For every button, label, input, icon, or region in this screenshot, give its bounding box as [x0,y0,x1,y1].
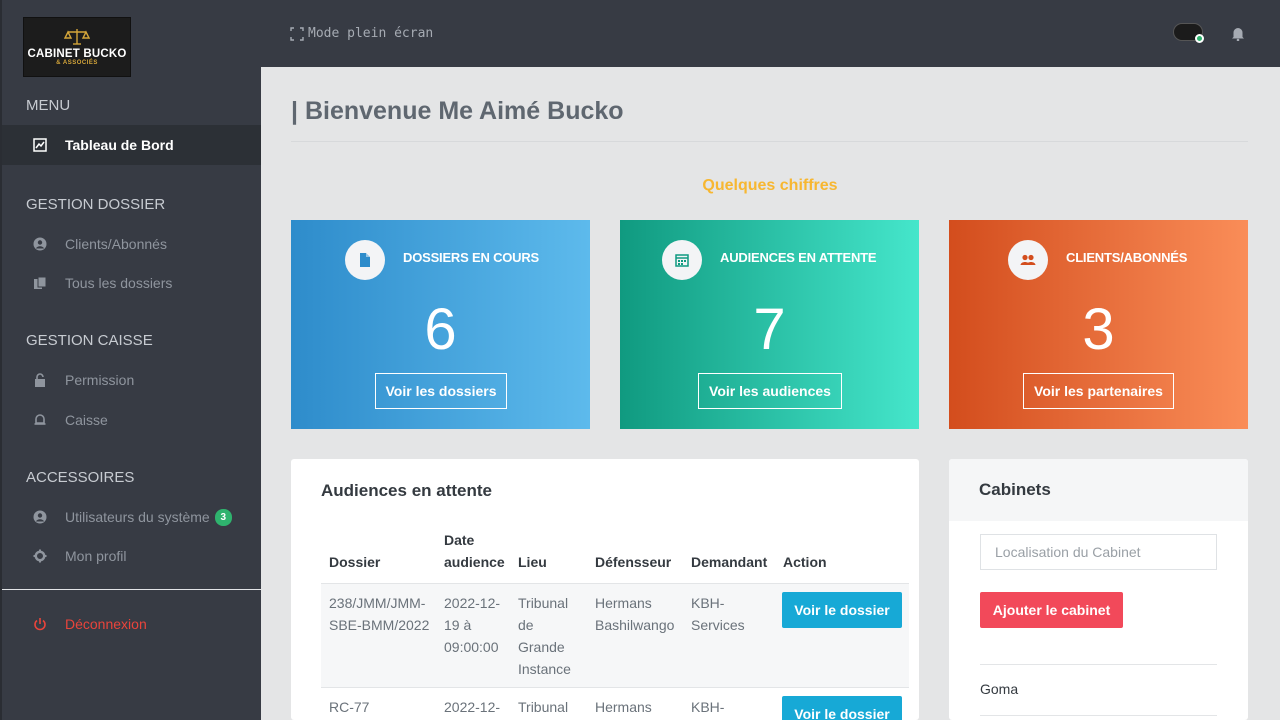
users-count-badge: 3 [214,508,232,526]
scales-icon [63,28,91,46]
stat-card-dossiers: DOSSIERS EN COURS 6 Voir les dossiers [291,220,590,429]
online-status-dot [1195,34,1204,43]
avatar[interactable] [1173,23,1204,43]
sidebar-item-label: Tous les dossiers [65,275,173,291]
view-dossiers-button[interactable]: Voir les dossiers [375,373,507,409]
sidebar-item-label: Déconnexion [65,616,147,632]
column-header: Action [783,554,827,570]
sidebar-divider [2,589,261,590]
fullscreen-toggle[interactable]: Mode plein écran [290,26,433,41]
sidebar: CABINET BUCKO & ASSOCIÉS MENU Tableau de… [0,0,261,720]
cell-date: 2022-12- [444,699,501,715]
list-item[interactable]: Goma [980,681,1018,697]
cabinet-location-input[interactable]: Localisation du Cabinet [980,534,1217,570]
cell-lieu: Tribunal [518,699,569,715]
users-icon [1008,240,1048,280]
sidebar-item-logout[interactable]: Déconnexion [2,604,261,644]
page-title: | Bienvenue Me Aimé Bucko [291,97,624,125]
audiences-title: Audiences en attente [321,481,492,500]
user-circle-icon [32,236,48,252]
gestion-caisse-title: GESTION CAISSE [26,332,153,349]
gear-icon [32,548,48,564]
sidebar-item-label: Mon profil [65,548,127,564]
logo-subtitle: & ASSOCIÉS [56,60,98,66]
stat-value: 7 [753,297,786,362]
logo-brand: CABINET BUCKO [27,48,127,60]
sidebar-item-permission[interactable]: Permission [2,360,261,400]
list-divider [980,664,1217,665]
table-header: Dossier Date audience Lieu Défensseur De… [321,531,909,584]
stat-value: 6 [424,297,457,362]
cell-demandant: KBH-Services [691,595,745,633]
lock-icon [32,372,48,388]
files-icon [32,275,48,291]
view-partenaires-button[interactable]: Voir les partenaires [1023,373,1174,409]
stat-label: CLIENTS/ABONNÉS [1066,250,1188,265]
sidebar-item-dashboard[interactable]: Tableau de Bord [2,125,261,165]
logo[interactable]: CABINET BUCKO & ASSOCIÉS [23,17,131,77]
cell-dossier: 238/JMM/JMM-SBE-BMM/2022 [329,595,430,633]
cell-demandant: KBH- [691,699,725,715]
cabinets-header: Cabinets [949,459,1248,521]
column-header: Lieu [518,554,547,570]
cell-dossier: RC-77 [329,699,370,715]
add-cabinet-button[interactable]: Ajouter le cabinet [980,592,1123,628]
fullscreen-label: Mode plein écran [308,26,434,41]
cell-date: 2022-12-19 à 09:00:00 [444,595,501,655]
power-icon [32,616,48,632]
menu-title: MENU [26,97,71,114]
chart-icon [32,137,48,153]
sidebar-item-label: Utilisateurs du système [65,509,210,525]
bell-outline-icon [32,412,48,428]
table-row: 238/JMM/JMM-SBE-BMM/2022 2022-12-19 à 09… [321,584,909,688]
column-header: Défensseur [595,554,672,570]
sidebar-item-label: Permission [65,372,135,388]
gestion-dossier-title: GESTION DOSSIER [26,196,166,213]
table-row: RC-77 2022-12- Tribunal Hermans KBH- Voi… [321,688,909,720]
file-icon [345,240,385,280]
stat-value: 3 [1082,297,1115,362]
cabinets-title: Cabinets [979,480,1051,499]
stat-card-audiences: AUDIENCES EN ATTENTE 7 Voir les audience… [620,220,919,429]
cabinets-panel: Cabinets Localisation du Cabinet Ajouter… [949,459,1248,720]
cell-defenseur: Hermans [595,699,652,715]
list-divider [980,715,1217,716]
view-dossier-button[interactable]: Voir le dossier [782,696,902,720]
view-dossier-button[interactable]: Voir le dossier [782,592,902,628]
calendar-icon [662,240,702,280]
cell-lieu: Tribunal de Grande Instance [518,595,571,677]
bell-icon[interactable] [1231,26,1245,42]
sidebar-item-utilisateurs[interactable]: Utilisateurs du système 3 [2,497,261,537]
column-header: Dossier [329,554,381,570]
view-audiences-button[interactable]: Voir les audiences [698,373,842,409]
stat-card-clients: CLIENTS/ABONNÉS 3 Voir les partenaires [949,220,1248,429]
sidebar-item-caisse[interactable]: Caisse [2,400,261,440]
section-heading: Quelques chiffres [702,177,838,194]
sidebar-item-label: Clients/Abonnés [65,236,167,252]
stat-label: AUDIENCES EN ATTENTE [720,250,877,265]
logo-area: CABINET BUCKO & ASSOCIÉS [2,0,261,77]
stat-label: DOSSIERS EN COURS [403,250,540,265]
column-header: Demandant [691,554,768,570]
sidebar-item-label: Tableau de Bord [65,137,174,153]
column-header: Date audience [444,532,505,570]
accessoires-title: ACCESSOIRES [26,469,135,486]
cell-defenseur: Hermans Bashilwango [595,595,675,633]
topbar: Mode plein écran [261,0,1280,67]
user-circle-icon [32,509,48,525]
audiences-panel: Audiences en attente Dossier Date audien… [291,459,919,720]
sidebar-item-clients[interactable]: Clients/Abonnés [2,224,261,264]
sidebar-item-dossiers[interactable]: Tous les dossiers [2,263,261,303]
expand-icon [290,26,304,41]
sidebar-item-profil[interactable]: Mon profil [2,536,261,576]
title-divider [291,141,1248,142]
sidebar-item-label: Caisse [65,412,108,428]
